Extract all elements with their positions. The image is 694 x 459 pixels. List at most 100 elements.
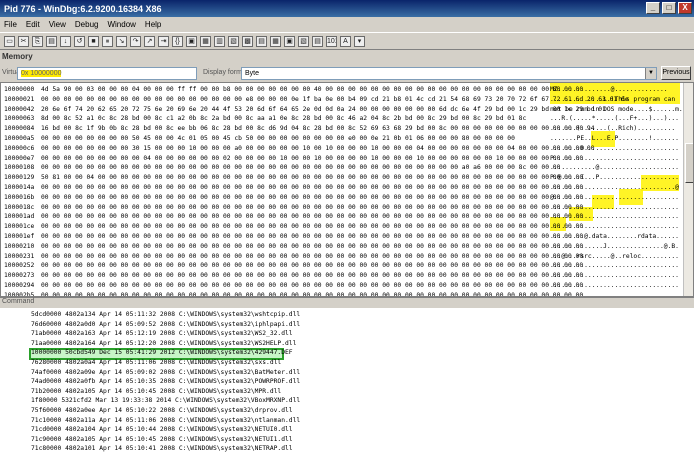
memory-ascii: ........0.........................: [550, 144, 679, 152]
font-icon[interactable]: A: [340, 35, 351, 47]
memory-address: 10000273: [4, 272, 35, 280]
module-row: 71cd0000 4802a104 Apr 14 05:10:44 2008 C…: [31, 426, 293, 434]
paste-icon[interactable]: ▤: [46, 35, 57, 47]
chevron-down-icon[interactable]: ▼: [645, 68, 656, 79]
go-icon[interactable]: ↓: [60, 35, 71, 47]
menu-file[interactable]: File: [4, 20, 17, 29]
registers-icon[interactable]: ▧: [228, 35, 239, 47]
memory-controls: Virtual: 0x 10000000 Display format: Byt…: [0, 64, 694, 82]
source-icon[interactable]: ▤: [312, 35, 323, 47]
memory-address: 100000e7: [4, 154, 35, 162]
command-output-panel[interactable]: 5dcd0000 4802a134 Apr 14 05:11:32 2008 C…: [0, 308, 694, 459]
cut-icon[interactable]: ✂: [18, 35, 29, 47]
memory-ascii: MZ..............@..............: [550, 86, 668, 93]
close-button[interactable]: X: [678, 2, 692, 14]
maximize-button[interactable]: □: [662, 2, 676, 14]
memory-row: 10000063 8d 00 8c 52 a1 0c 8c 28 bd 00 8c…: [1, 114, 693, 124]
command-window-header: Command: [0, 297, 694, 307]
memory-hex-bytes: 00 00 00 00 00 00 00 00 00 00 00 00 00 0…: [41, 242, 584, 250]
options-icon[interactable]: ▾: [354, 35, 365, 47]
memory-row: 10000294 00 00 00 00 00 00 00 00 00 00 00…: [1, 281, 693, 291]
memory-hex-bytes: 00 00 00 00 00 00 00 00 00 00 00 00 00 0…: [41, 233, 584, 240]
memory-hex-bytes: 00 00 00 00 00 00 00 00 00 00 00 00 00 0…: [41, 193, 584, 201]
memory-row: 100000a5 00 00 00 00 00 00 00 00 50 45 00…: [1, 134, 693, 144]
step-into-icon[interactable]: ↘: [116, 35, 127, 47]
memory-hex-bytes: 16 bd 00 8c 1f 9b 0b 8c 28 bd 00 8c ee b…: [41, 125, 595, 133]
open-icon[interactable]: ▭: [4, 35, 15, 47]
previous-button[interactable]: Previous: [661, 66, 691, 80]
memory-hex-bytes: 00 00 00 00 00 00 00 00 00 00 00 00 00 0…: [41, 252, 584, 260]
memory-row: 1000018c 00 00 00 00 00 00 00 00 00 00 00…: [1, 203, 693, 213]
menu-edit[interactable]: Edit: [26, 20, 40, 29]
memory-address: 1000016b: [4, 193, 35, 201]
menu-window[interactable]: Window: [107, 20, 135, 29]
menu-view[interactable]: View: [49, 20, 66, 29]
module-row: 71b20000 4802a105 Apr 14 05:10:45 2008 C…: [31, 387, 282, 395]
module-row: 71aa0000 4802a164 Apr 14 05:12:20 2008 C…: [31, 339, 297, 347]
module-row: 76280000 4802a0a4 Apr 14 05:11:06 2008 C…: [31, 359, 282, 366]
processes-icon[interactable]: ▧: [298, 35, 309, 47]
scratch-icon[interactable]: ▣: [284, 35, 295, 47]
run-to-cursor-icon[interactable]: ⇥: [158, 35, 169, 47]
memory-address: 10000210: [4, 242, 35, 250]
module-row: 74af0000 4802a09e Apr 14 05:09:02 2008 C…: [31, 368, 301, 376]
memory-ascii: @.................................: [550, 193, 679, 201]
window-title: Pid 776 - WinDbg:6.2.9200.16384 X86: [4, 3, 162, 14]
source-mode-icon[interactable]: {}: [172, 35, 183, 47]
memory-scroll-thumb[interactable]: [685, 143, 693, 183]
module-row: 71c90000 4802a105 Apr 14 05:10:45 2008 C…: [31, 435, 293, 443]
memory-ascii: .......(.......(..Rich)..........: [550, 125, 676, 133]
memory-hex-bytes: 00 00 00 00 00 00 00 00 00 00 00 00 00 0…: [41, 272, 584, 280]
memory-ascii: .......PE..L...E.P........!.......: [550, 135, 679, 142]
virtual-address-value: 0x 10000000: [21, 70, 62, 77]
memory-hex-bytes: 00 00 00 00 00 00 00 00 00 00 00 00 00 0…: [41, 95, 629, 103]
memory-dump-panel[interactable]: 10000000 4d 5a 90 00 03 00 00 00 04 00 00…: [0, 82, 694, 297]
command-icon[interactable]: ▣: [186, 35, 197, 47]
module-row: 71c10000 4802a11a Apr 14 05:11:06 2008 C…: [31, 416, 301, 424]
memory-hex-bytes: 00 00 00 00 00 00 00 00 00 00 00 00 00 0…: [41, 203, 584, 211]
module-row-selected: 10000000 50cbd549 Dec 15 05:41:29 2012 C…: [31, 349, 293, 357]
memory-ascii: ..................................: [550, 213, 679, 221]
locals-icon[interactable]: ▥: [214, 35, 225, 47]
memory-row: 10000273 00 00 00 00 00 00 00 00 00 00 00…: [1, 271, 693, 281]
memory-scrollbar[interactable]: [683, 83, 693, 296]
minimize-button[interactable]: _: [646, 2, 660, 14]
memory-address: 100001ad: [4, 213, 35, 221]
memory-hex-bytes: 00 00 00 00 00 00 00 00 00 00 00 00 00 0…: [41, 164, 561, 172]
memory-icon[interactable]: ▩: [242, 35, 253, 47]
display-format-select[interactable]: Byte ▼: [241, 67, 657, 80]
memory-row: 100001ad 00 00 00 00 00 00 00 00 00 00 00…: [1, 212, 693, 222]
menu-help[interactable]: Help: [145, 20, 161, 29]
memory-address: 1000014a: [4, 184, 35, 191]
copy-icon[interactable]: ⎘: [32, 35, 43, 47]
break-icon[interactable]: ⏸: [102, 35, 113, 47]
memory-hex-bytes: 4d 5a 90 00 03 00 00 00 04 00 00 00 ff f…: [41, 86, 584, 93]
callstack-icon[interactable]: ▤: [256, 35, 267, 47]
memory-ascii: ...R.(.....*.....(...F+...)...)...: [550, 115, 679, 123]
restart-icon[interactable]: ↺: [74, 35, 85, 47]
memory-row: 10000021 00 00 00 00 00 00 00 00 00 00 00…: [1, 95, 693, 105]
hex-icon[interactable]: 101: [326, 35, 337, 47]
step-out-icon[interactable]: ↗: [144, 35, 155, 47]
memory-ascii: P.@.....I...P.....................: [550, 174, 679, 182]
stop-icon[interactable]: ■: [88, 35, 99, 47]
memory-ascii: .................................@: [550, 184, 679, 191]
memory-address: 10000063: [4, 115, 35, 123]
memory-ascii: ..................................: [550, 262, 679, 270]
toolbar: ▭✂⎘▤↓↺■⏸↘↷↗⇥{}▣▦▥▧▩▤▦▣▧▤101A▾: [0, 32, 694, 50]
memory-row: 10000210 00 00 00 00 00 00 00 00 00 00 00…: [1, 242, 693, 252]
step-over-icon[interactable]: ↷: [130, 35, 141, 47]
disassembly-icon[interactable]: ▦: [270, 35, 281, 47]
memory-row: 10000084 16 bd 00 8c 1f 9b 0b 8c 28 bd 00…: [1, 124, 693, 134]
memory-row: 10000252 00 00 00 00 00 00 00 00 00 00 00…: [1, 261, 693, 271]
watch-icon[interactable]: ▦: [200, 35, 211, 47]
memory-ascii: ..................................: [550, 272, 679, 280]
memory-hex-bytes: 8d 00 8c 52 a1 0c 8c 28 bd 00 8c c1 a2 0…: [41, 115, 527, 123]
menu-bar: File Edit View Debug Window Help: [0, 17, 694, 32]
menu-debug[interactable]: Debug: [75, 20, 99, 29]
memory-hex-bytes: 00 00 00 00 00 00 00 00 50 45 00 00 4c 0…: [41, 135, 515, 142]
memory-row: 10000042 20 6e 6f 74 20 62 65 20 72 75 6e…: [1, 105, 693, 115]
memory-address: 10000252: [4, 262, 35, 270]
memory-window-header: Memory: [2, 52, 33, 61]
virtual-address-input[interactable]: 0x 10000000: [17, 67, 197, 80]
